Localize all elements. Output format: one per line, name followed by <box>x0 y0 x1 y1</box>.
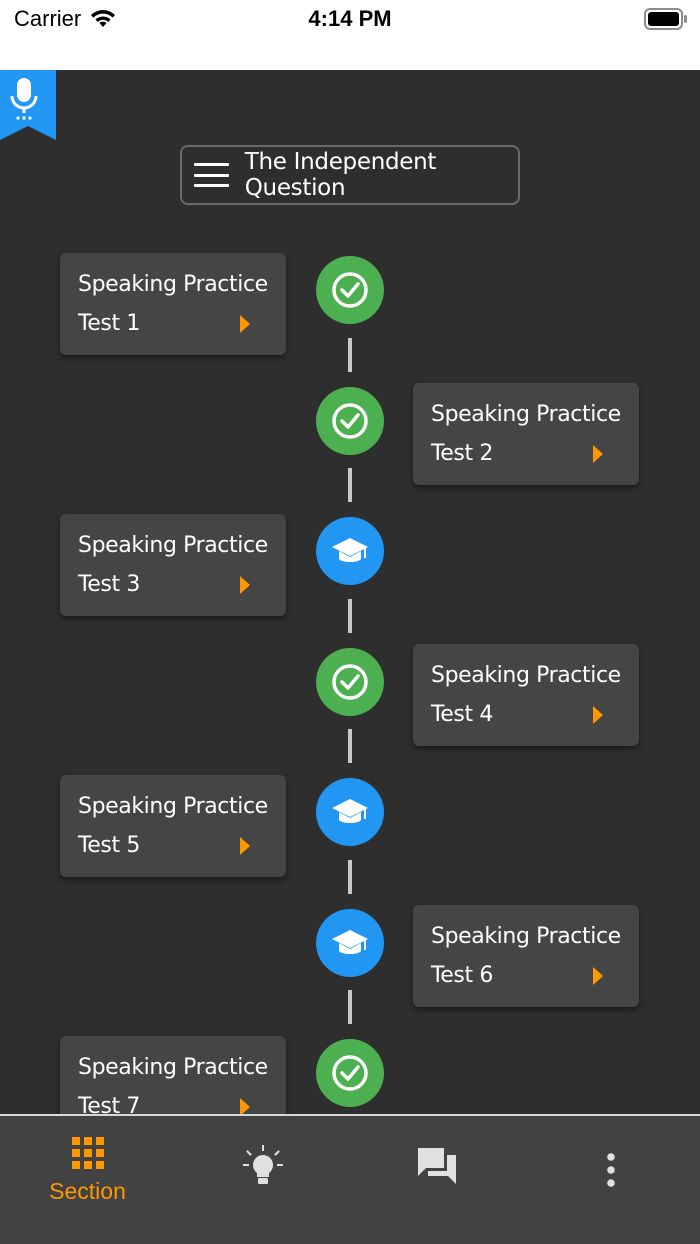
card-title: Speaking Practice <box>78 533 268 558</box>
test-card-4[interactable]: Speaking Practice Test 4 <box>413 644 639 746</box>
clock: 4:14 PM <box>308 6 392 31</box>
play-arrow-icon <box>240 1098 250 1114</box>
play-arrow-icon <box>593 706 603 724</box>
nav-discussion-tab[interactable] <box>350 1116 525 1216</box>
page-title: The Independent Question <box>244 149 437 201</box>
timeline-connector <box>348 729 352 763</box>
timeline-connector <box>348 468 352 502</box>
card-title: Speaking Practice <box>431 663 621 688</box>
check-circle-icon[interactable] <box>316 256 384 324</box>
graduation-cap-icon[interactable] <box>316 909 384 977</box>
lightbulb-icon <box>243 1145 283 1184</box>
card-title: Speaking Practice <box>431 402 621 427</box>
test-card-3[interactable]: Speaking Practice Test 3 <box>60 514 286 616</box>
nav-tips-tab[interactable] <box>175 1116 350 1216</box>
play-arrow-icon <box>240 837 250 855</box>
check-circle-icon[interactable] <box>316 387 384 455</box>
card-title: Speaking Practice <box>78 794 268 819</box>
hamburger-menu-icon <box>194 163 229 187</box>
test-card-5[interactable]: Speaking Practice Test 5 <box>60 775 286 877</box>
grid-icon <box>72 1137 104 1169</box>
card-title: Speaking Practice <box>431 924 621 949</box>
more-vertical-icon <box>607 1153 615 1187</box>
timeline-connector <box>348 860 352 894</box>
graduation-cap-icon[interactable] <box>316 778 384 846</box>
status-bar: Carrier 4:14 PM <box>0 0 700 70</box>
play-arrow-icon <box>240 315 250 333</box>
microphone-icon[interactable] <box>0 70 56 140</box>
test-card-6[interactable]: Speaking Practice Test 6 <box>413 905 639 1007</box>
card-title: Speaking Practice <box>78 1055 268 1080</box>
battery-icon <box>644 8 687 30</box>
main-content: The Independent Question Speaking Practi… <box>0 70 700 1114</box>
nav-section-label: Section <box>49 1178 126 1204</box>
timeline-connector <box>348 338 352 372</box>
test-card-2[interactable]: Speaking Practice Test 2 <box>413 383 639 485</box>
test-card-7[interactable]: Speaking Practice Test 7 <box>60 1036 286 1114</box>
check-circle-icon[interactable] <box>316 648 384 716</box>
bottom-navigation: Section <box>0 1114 700 1244</box>
timeline-connector <box>348 599 352 633</box>
play-arrow-icon <box>593 967 603 985</box>
test-card-1[interactable]: Speaking Practice Test 1 <box>60 253 286 355</box>
play-arrow-icon <box>593 445 603 463</box>
nav-more-tab[interactable] <box>525 1116 700 1216</box>
check-circle-icon[interactable] <box>316 1039 384 1107</box>
nav-section-tab[interactable]: Section <box>0 1116 175 1216</box>
card-title: Speaking Practice <box>78 272 268 297</box>
chat-bubbles-icon <box>418 1148 456 1184</box>
section-title-button[interactable]: The Independent Question <box>180 145 520 205</box>
graduation-cap-icon[interactable] <box>316 517 384 585</box>
timeline-connector <box>348 990 352 1024</box>
play-arrow-icon <box>240 576 250 594</box>
